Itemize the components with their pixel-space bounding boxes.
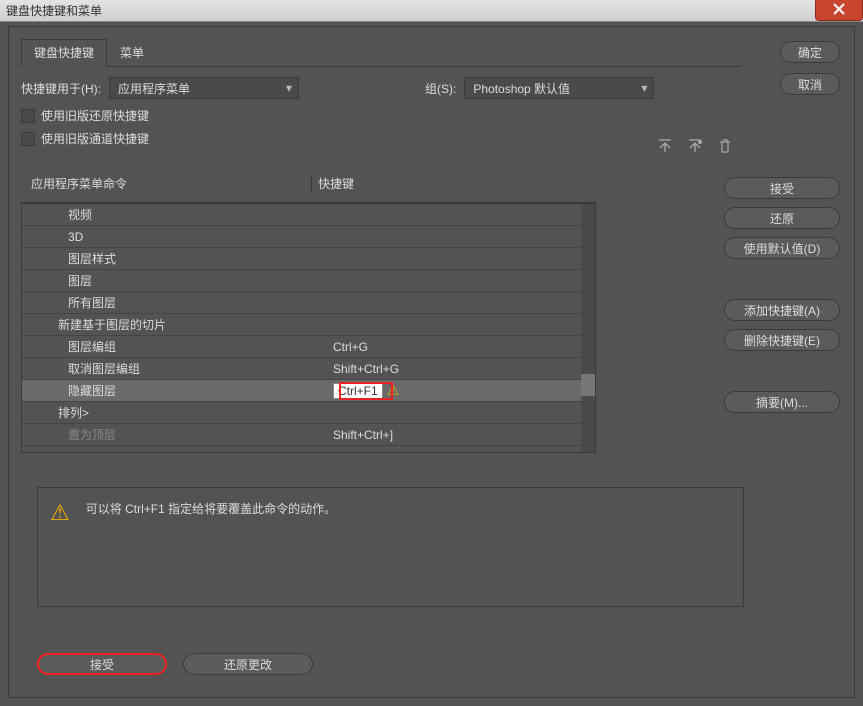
- chk-legacy-channel-label: 使用旧版通道快捷键: [41, 130, 149, 147]
- shortcut-input[interactable]: Ctrl+F1: [333, 383, 383, 399]
- delete-shortcut-button[interactable]: 删除快捷键(E): [724, 329, 840, 351]
- chk-legacy-channel[interactable]: [21, 132, 35, 146]
- table-row[interactable]: 图层样式: [22, 248, 595, 270]
- warning-icon: ⚠: [50, 500, 70, 594]
- table-row[interactable]: 取消图层编组Shift+Ctrl+G: [22, 358, 595, 380]
- message-panel: ⚠ 可以将 Ctrl+F1 指定给将要覆盖此命令的动作。: [37, 487, 744, 607]
- table-body: 视频3D图层样式图层所有图层新建基于图层的切片图层编组Ctrl+G取消图层编组S…: [21, 203, 596, 453]
- accept-bottom-button[interactable]: 接受: [37, 653, 167, 675]
- table-row[interactable]: 3D: [22, 226, 595, 248]
- row-name: 排列>: [22, 404, 327, 421]
- ok-button[interactable]: 确定: [780, 41, 840, 63]
- tab-menu[interactable]: 菜单: [107, 39, 157, 66]
- chk-legacy-undo-row: 使用旧版还原快捷键: [21, 107, 842, 124]
- undo-side-button[interactable]: 还原: [724, 207, 840, 229]
- col-command: 应用程序菜单命令: [21, 175, 311, 192]
- col-shortcut: 快捷键: [311, 175, 596, 192]
- bottom-row: 接受 还原更改: [37, 653, 313, 675]
- window-title: 键盘快捷键和菜单: [6, 2, 102, 19]
- table-head: 应用程序菜单命令 快捷键: [21, 171, 596, 203]
- new-set-icon[interactable]: [686, 137, 704, 155]
- undo-changes-button[interactable]: 还原更改: [183, 653, 313, 675]
- warning-icon: ⚠: [387, 382, 400, 399]
- close-button[interactable]: [815, 0, 863, 21]
- form-row-1: 快捷键用于(H): 应用程序菜单 组(S): Photoshop 默认值: [21, 77, 842, 99]
- set-select[interactable]: Photoshop 默认值: [464, 77, 654, 99]
- row-name: 3D: [22, 230, 327, 244]
- summary-button[interactable]: 摘要(M)...: [724, 391, 840, 413]
- table: 应用程序菜单命令 快捷键 视频3D图层样式图层所有图层新建基于图层的切片图层编组…: [21, 171, 596, 453]
- row-name: 图层编组: [22, 338, 327, 355]
- tabs: 键盘快捷键 菜单: [21, 39, 741, 67]
- use-default-button[interactable]: 使用默认值(D): [724, 237, 840, 259]
- chk-legacy-undo-label: 使用旧版还原快捷键: [41, 107, 149, 124]
- row-shortcut: Shift+Ctrl+G: [327, 362, 595, 376]
- row-name: 图层: [22, 272, 327, 289]
- chk-legacy-undo[interactable]: [21, 109, 35, 123]
- accept-side-button[interactable]: 接受: [724, 177, 840, 199]
- scrollbar[interactable]: [581, 204, 595, 452]
- row-name: 所有图层: [22, 294, 327, 311]
- table-row[interactable]: 置为顶层Shift+Ctrl+]: [22, 424, 595, 446]
- row-shortcut: Ctrl+F1 ⚠: [327, 382, 595, 399]
- shortcuts-for-select[interactable]: 应用程序菜单: [109, 77, 299, 99]
- table-row[interactable]: 隐藏图层Ctrl+F1 ⚠: [22, 380, 595, 402]
- save-set-icon[interactable]: [656, 137, 674, 155]
- message-text: 可以将 Ctrl+F1 指定给将要覆盖此命令的动作。: [86, 500, 336, 594]
- table-row[interactable]: 所有图层: [22, 292, 595, 314]
- row-name: 视频: [22, 206, 327, 223]
- tab-shortcuts[interactable]: 键盘快捷键: [21, 39, 107, 67]
- icon-row: [656, 137, 734, 155]
- row-name: 置为顶层: [22, 426, 327, 443]
- table-row[interactable]: 新建基于图层的切片: [22, 314, 595, 336]
- row-name: 新建基于图层的切片: [22, 316, 327, 333]
- delete-set-icon[interactable]: [716, 137, 734, 155]
- row-shortcut: Ctrl+G: [327, 340, 595, 354]
- side-actions: 接受 还原 使用默认值(D) 添加快捷键(A) 删除快捷键(E) 摘要(M)..…: [724, 177, 840, 413]
- table-row[interactable]: 排列>: [22, 402, 595, 424]
- set-label: 组(S):: [425, 80, 456, 97]
- scroll-thumb[interactable]: [581, 374, 595, 396]
- cancel-button[interactable]: 取消: [780, 73, 840, 95]
- row-name: 图层样式: [22, 250, 327, 267]
- shortcuts-for-label: 快捷键用于(H):: [21, 80, 101, 97]
- table-row[interactable]: 图层编组Ctrl+G: [22, 336, 595, 358]
- row-name: 取消图层编组: [22, 360, 327, 377]
- row-shortcut: Shift+Ctrl+]: [327, 428, 595, 442]
- table-row[interactable]: 图层: [22, 270, 595, 292]
- add-shortcut-button[interactable]: 添加快捷键(A): [724, 299, 840, 321]
- table-row[interactable]: 视频: [22, 204, 595, 226]
- row-name: 隐藏图层: [22, 382, 327, 399]
- title-bar: 键盘快捷键和菜单: [0, 0, 863, 22]
- dialog: 确定 取消 键盘快捷键 菜单 快捷键用于(H): 应用程序菜单 组(S): Ph…: [8, 26, 855, 698]
